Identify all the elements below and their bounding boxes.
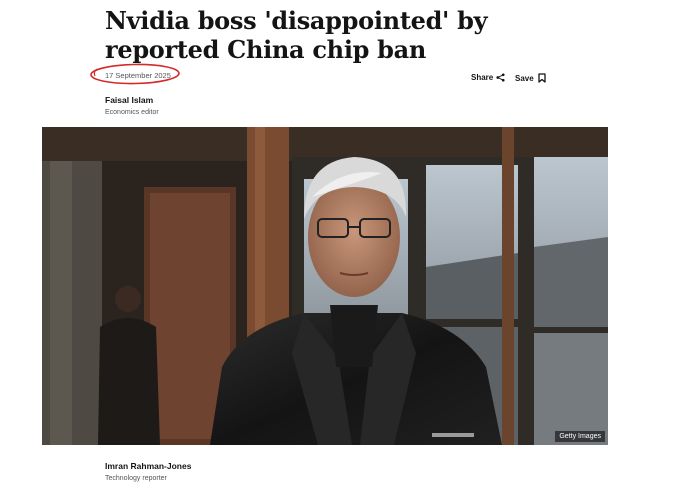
article-page: Nvidia boss 'disappointed' by reported C… — [0, 0, 680, 491]
author-name[interactable]: Faisal Islam — [105, 95, 153, 105]
share-button[interactable]: Share — [471, 73, 505, 82]
second-author-role: Technology reporter — [105, 475, 167, 482]
article-photo: Getty Images — [42, 127, 608, 445]
author-role: Economics editor — [105, 109, 159, 116]
image-credit: Getty Images — [555, 431, 605, 442]
second-author-name[interactable]: Imran Rahman-Jones — [105, 461, 191, 471]
share-icon — [496, 73, 505, 82]
publish-date: 17 September 2025 — [105, 71, 171, 80]
article-headline: Nvidia boss 'disappointed' by reported C… — [105, 6, 488, 64]
save-label: Save — [515, 73, 534, 83]
bookmark-icon — [538, 73, 546, 83]
save-button[interactable]: Save — [515, 73, 546, 83]
photo-illustration — [42, 127, 608, 445]
share-label: Share — [471, 73, 494, 82]
